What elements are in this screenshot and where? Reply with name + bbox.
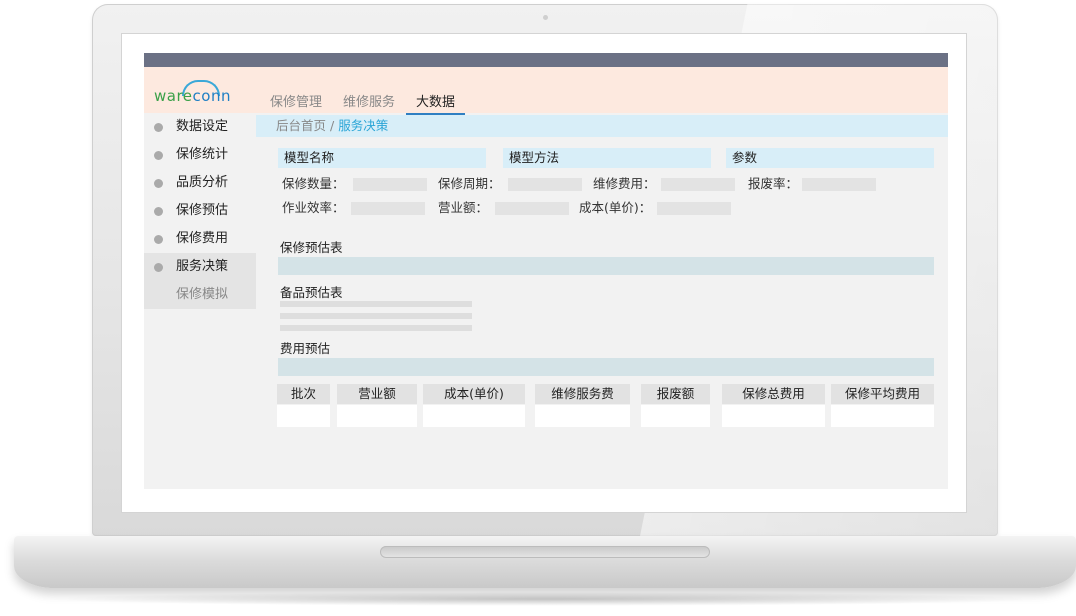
sidebar-item-label: 保修预估	[176, 203, 229, 218]
column-header-unit-cost[interactable]: 成本(单价)	[423, 384, 525, 404]
spare-estimate-title: 备品预估表	[280, 285, 343, 300]
bullet-icon	[154, 123, 163, 132]
nav-repair-service[interactable]: 维修服务	[343, 91, 395, 113]
column-header-batch[interactable]: 批次	[277, 384, 330, 404]
logo-part-conn: conn	[192, 87, 231, 105]
app-screen: wareconn 保修管理 维修服务 大数据 数据设定 保修统计 品质分析 保修…	[144, 53, 948, 489]
column-header-revenue[interactable]: 营业额	[337, 384, 417, 404]
logo-part-ware: ware	[154, 87, 193, 105]
repair-period-field[interactable]	[508, 178, 582, 191]
sidebar: 数据设定 保修统计 品质分析 保修预估 保修费用 服务决策 保修模拟	[144, 113, 256, 489]
sidebar-item-quality-analysis[interactable]: 品质分析	[144, 169, 256, 197]
table-cell	[337, 405, 417, 427]
bullet-icon	[154, 207, 163, 216]
cost-estimate-band	[278, 358, 934, 376]
sidebar-item-warranty-stats[interactable]: 保修统计	[144, 141, 256, 169]
scrap-rate-label: 报废率：	[748, 176, 799, 191]
table-cell	[831, 405, 934, 427]
laptop-base	[14, 536, 1076, 588]
breadcrumb-separator: /	[330, 118, 335, 133]
column-header-repair-service-fee[interactable]: 维修服务费	[535, 384, 630, 404]
repair-qty-field[interactable]	[353, 178, 427, 191]
sidebar-item-warranty-forecast[interactable]: 保修预估	[144, 197, 256, 225]
spare-estimate-line	[280, 325, 472, 331]
column-header-total-warranty-cost[interactable]: 保修总费用	[722, 384, 825, 404]
sidebar-item-label: 服务决策	[176, 259, 229, 274]
sidebar-item-label: 品质分析	[176, 175, 229, 190]
app-header: wareconn 保修管理 维修服务 大数据	[144, 67, 948, 115]
breadcrumb: 后台首页 / 服务决策	[256, 115, 948, 137]
sidebar-item-service-decision[interactable]: 服务决策	[144, 253, 256, 281]
laptop-shadow	[40, 592, 1050, 606]
sidebar-item-label: 保修费用	[176, 231, 229, 246]
table-cell	[277, 405, 330, 427]
repair-estimate-title: 保修预估表	[280, 240, 343, 255]
table-cell	[641, 405, 710, 427]
bullet-icon	[154, 179, 163, 188]
sidebar-item-data-settings[interactable]: 数据设定	[144, 113, 256, 141]
sidebar-item-warranty-cost[interactable]: 保修费用	[144, 225, 256, 253]
column-header-average-warranty-cost[interactable]: 保修平均费用	[831, 384, 934, 404]
sidebar-item-label: 保修统计	[176, 147, 229, 162]
nav-big-data[interactable]: 大数据	[406, 91, 466, 115]
spare-estimate-line	[280, 313, 472, 319]
top-stripe	[144, 53, 948, 67]
repair-estimate-band	[278, 257, 934, 275]
repair-qty-label: 保修数量：	[282, 176, 345, 191]
bullet-icon	[154, 235, 163, 244]
logo[interactable]: wareconn	[154, 87, 231, 105]
table-cell	[535, 405, 630, 427]
unit-cost-label: 成本(单价)：	[579, 200, 652, 215]
model-name-header: 模型名称	[278, 148, 486, 168]
table-cell	[423, 405, 525, 427]
sidebar-item-label: 数据设定	[176, 119, 229, 134]
table-cell	[722, 405, 825, 427]
camera-dot	[543, 15, 548, 20]
breadcrumb-current: 服务决策	[338, 118, 389, 133]
unit-cost-field[interactable]	[657, 202, 731, 215]
revenue-label: 营业额：	[438, 200, 489, 215]
scrap-rate-field[interactable]	[802, 178, 876, 191]
breadcrumb-home[interactable]: 后台首页	[276, 118, 326, 133]
cost-estimate-title: 费用预估	[280, 341, 331, 356]
model-method-header: 模型方法	[503, 148, 711, 168]
top-nav: 保修管理 维修服务 大数据	[270, 91, 486, 115]
parameters-header: 参数	[726, 148, 934, 168]
work-efficiency-field[interactable]	[351, 202, 425, 215]
bullet-icon	[154, 151, 163, 160]
work-efficiency-label: 作业效率：	[282, 200, 345, 215]
column-header-scrap-amount[interactable]: 报废额	[641, 384, 710, 404]
bullet-icon	[154, 263, 163, 272]
repair-period-label: 保修周期：	[438, 176, 501, 191]
spare-estimate-line	[280, 301, 472, 307]
laptop-base-notch	[380, 546, 710, 558]
sidebar-subitem-warranty-simulation[interactable]: 保修模拟	[144, 281, 256, 309]
maintenance-cost-field[interactable]	[661, 178, 735, 191]
maintenance-cost-label: 维修费用：	[593, 176, 656, 191]
revenue-field[interactable]	[495, 202, 569, 215]
nav-warranty-management[interactable]: 保修管理	[270, 91, 322, 113]
